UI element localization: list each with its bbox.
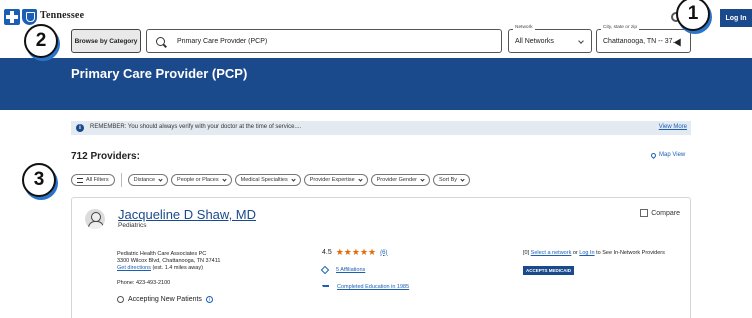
provider-specialty: Pediatrics [118,222,147,229]
provider-ratings: 4.5 ★★★★★ (6) 5 Affiliations Completed E… [320,247,409,290]
provider-name-link[interactable]: Jacqueline D Shaw, MD [118,207,256,222]
chevron-down-icon [460,176,465,182]
notice-text: REMEMBER: You should always verify with … [90,124,302,130]
map-view-link[interactable]: Map View [649,151,686,159]
select-network-link[interactable]: Select a network [531,250,572,256]
shield-icon [22,9,37,25]
search-box[interactable] [146,29,502,53]
provider-phone: Phone: 423-493-2100 [117,280,171,286]
provider-card: Jacqueline D Shaw, MD Pediatrics Compare… [71,197,691,318]
filter-label: Sort By [439,177,458,183]
rating-row: 4.5 ★★★★★ (6) [322,247,387,258]
network-value: All Networks [515,38,554,45]
star-rating-icon: ★★★★★ [335,247,377,257]
or-text: or [572,250,578,256]
filter-label: Medical Specialties [240,177,288,183]
compare-checkbox[interactable]: Compare [640,209,680,217]
filter-medical-specialties[interactable]: Medical Specialties [234,174,301,186]
browse-by-category-button[interactable]: Browse by Category [71,29,141,53]
get-directions-link[interactable]: Get directions [117,265,151,271]
reviews-link[interactable]: (6) [380,250,387,256]
chevron-down-icon [222,176,227,182]
map-pin-icon [649,151,658,159]
checkbox-icon[interactable] [640,209,649,217]
filter-bar: All Filters Distance People or Places Me… [71,173,473,187]
filter-provider-expertise[interactable]: Provider Expertise [303,174,368,186]
location-field[interactable]: City, state or zip Chattanooga, TN -- 37… [596,25,691,53]
network-info: [0] Select a network or Log In to See In… [523,250,665,256]
graduation-cap-icon [322,285,329,289]
login-link[interactable]: Log In [579,250,594,256]
filter-label: Distance [133,177,156,183]
chevron-down-icon [358,176,363,182]
notice-banner: i REMEMBER: You should always verify wit… [71,121,691,135]
accepting-new-patients: Accepting New Patients i [117,296,213,303]
network-suffix: to See In-Network Providers [596,250,665,256]
education-link[interactable]: Completed Education in 1985 [337,284,409,290]
compare-label: Compare [651,209,680,217]
education-row: Completed Education in 1985 [322,284,409,290]
location-label: City, state or zip [601,25,640,30]
login-button[interactable]: Log In [720,9,752,27]
check-circle-icon [117,296,124,303]
filter-label: Provider Expertise [309,177,355,183]
bcbs-logo[interactable] [4,9,37,25]
provider-location: Pediatric Health Care Associates PC 3300… [117,251,220,272]
search-icon[interactable] [156,36,165,46]
chevron-down-icon [578,38,584,44]
chevron-down-icon [291,176,296,182]
doctor-avatar-icon [85,209,105,229]
callout-3: 3 [22,163,56,197]
filter-sort-by[interactable]: Sort By [433,174,471,186]
all-filters-label: All Filters [86,177,109,183]
site-header: Tennessee Log In Browse by Category Netw… [0,0,752,56]
accepts-medicaid-badge: ACCEPTS MEDICAID [523,266,575,275]
view-more-link[interactable]: View More [659,124,687,130]
map-view-label: Map View [659,152,686,158]
affiliations-icon [320,265,330,275]
practice-address: 3300 Wilcox Blvd, Chattanooga, TN 37411 [117,258,221,264]
search-input[interactable] [177,37,477,45]
accepting-label: Accepting New Patients [128,296,202,303]
practice-name: Pediatric Health Care Associates PC [117,251,207,257]
network-prefix: [0] [523,250,530,256]
page-title: Primary Care Provider (PCP) [71,66,248,81]
callout-2: 2 [24,24,58,58]
chevron-down-icon [420,176,425,182]
affiliations-row: 5 Affiliations [320,265,365,275]
filter-icon [77,177,83,183]
page-title-band: Primary Care Provider (PCP) [0,58,752,110]
location-arrow-icon[interactable] [673,36,685,47]
chevron-down-icon [158,176,163,182]
distance-text: (est. 1.4 miles away) [152,265,203,271]
affiliations-link[interactable]: 5 Affiliations [336,267,365,273]
filter-label: People or Places [177,177,219,183]
all-filters-button[interactable]: All Filters [71,174,115,186]
results-count: 712 Providers: [71,151,140,162]
info-icon: i [76,124,84,132]
filter-people-or-places[interactable]: People or Places [171,174,232,186]
info-icon[interactable]: i [205,296,213,303]
location-value: Chattanooga, TN -- 37... [603,38,679,45]
network-label: Network [513,25,535,30]
filter-label: Provider Gender [376,177,417,183]
logo-text: Tennessee [40,10,85,21]
cross-icon [4,9,20,25]
rating-value: 4.5 [322,249,332,256]
filter-provider-gender[interactable]: Provider Gender [370,174,430,186]
divider [120,173,122,187]
filter-distance[interactable]: Distance [127,174,169,186]
network-select[interactable]: Network All Networks [508,25,592,53]
